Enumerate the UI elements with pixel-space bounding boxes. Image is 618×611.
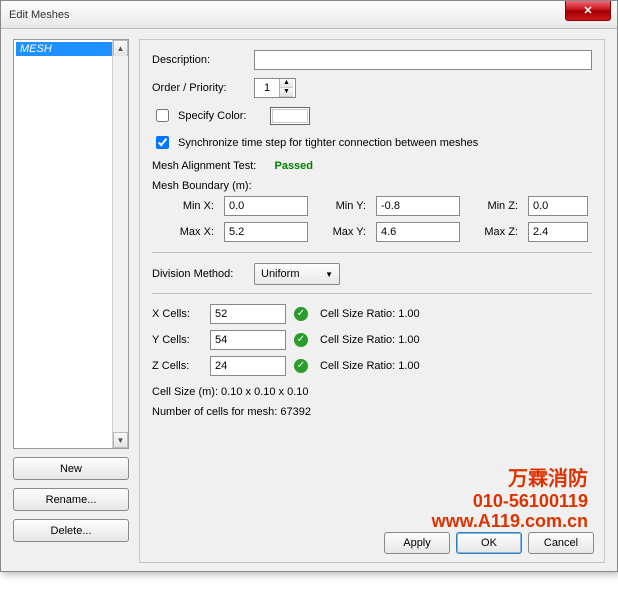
divider-2: [152, 293, 592, 294]
watermark-line2: 010-56100119: [432, 491, 588, 512]
ycells-label: Y Cells:: [152, 334, 202, 346]
ycells-input[interactable]: [210, 330, 286, 350]
boundary-grid: Min X: Min Y: Min Z: Max X: Max Y: Max Z…: [168, 196, 592, 242]
title-bar: Edit Meshes ✕: [1, 1, 617, 29]
maxz-input[interactable]: [528, 222, 588, 242]
new-button[interactable]: New: [13, 457, 129, 480]
close-icon: ✕: [583, 4, 592, 17]
specify-color-label: Specify Color:: [178, 110, 264, 122]
ycells-ratio: Cell Size Ratio: 1.00: [320, 334, 592, 346]
watermark-line3: www.A119.com.cn: [432, 511, 588, 532]
minz-label: Min Z:: [470, 200, 518, 212]
zcells-ratio: Cell Size Ratio: 1.00: [320, 360, 592, 372]
chevron-down-icon: ▼: [325, 270, 333, 279]
dialog-window: Edit Meshes ✕ MESH ▲ ▼ New Rename... Del…: [0, 0, 618, 572]
maxx-label: Max X:: [168, 226, 214, 238]
order-input[interactable]: [255, 80, 279, 96]
check-icon: ✓: [294, 333, 308, 347]
num-cells-text: Number of cells for mesh: 67392: [152, 406, 311, 418]
dialog-body: MESH ▲ ▼ New Rename... Delete... Descrip…: [1, 29, 617, 571]
sync-checkbox[interactable]: [156, 136, 169, 149]
close-button[interactable]: ✕: [565, 1, 611, 21]
specify-color-checkbox[interactable]: [156, 109, 169, 122]
description-label: Description:: [152, 54, 248, 66]
zcells-input[interactable]: [210, 356, 286, 376]
description-input[interactable]: [254, 50, 592, 70]
rename-button[interactable]: Rename...: [13, 488, 129, 511]
window-title: Edit Meshes: [9, 9, 70, 21]
divider: [152, 252, 592, 253]
check-icon: ✓: [294, 307, 308, 321]
maxx-input[interactable]: [224, 222, 308, 242]
minx-label: Min X:: [168, 200, 214, 212]
align-test-label: Mesh Alignment Test:: [152, 160, 256, 172]
minx-input[interactable]: [224, 196, 308, 216]
maxy-input[interactable]: [376, 222, 460, 242]
division-value: Uniform: [261, 268, 300, 280]
minz-input[interactable]: [528, 196, 588, 216]
sync-label: Synchronize time step for tighter connec…: [178, 137, 478, 149]
check-icon: ✓: [294, 359, 308, 373]
mesh-listbox[interactable]: MESH ▲ ▼: [13, 39, 129, 449]
spin-up-icon[interactable]: ▲: [280, 79, 293, 88]
maxz-label: Max Z:: [470, 226, 518, 238]
boundary-label: Mesh Boundary (m):: [152, 180, 252, 192]
align-test-result: Passed: [274, 160, 313, 172]
spin-down-icon[interactable]: ▼: [280, 88, 293, 97]
mesh-list-item[interactable]: MESH: [16, 42, 126, 56]
maxy-label: Max Y:: [318, 226, 366, 238]
order-label: Order / Priority:: [152, 82, 248, 94]
watermark: 万霖消防 010-56100119 www.A119.com.cn: [432, 468, 588, 532]
zcells-label: Z Cells:: [152, 360, 202, 372]
division-label: Division Method:: [152, 268, 248, 280]
miny-input[interactable]: [376, 196, 460, 216]
listbox-scrollbar[interactable]: ▲ ▼: [112, 40, 128, 448]
watermark-line1: 万霖消防: [432, 468, 588, 491]
cell-size-text: Cell Size (m): 0.10 x 0.10 x 0.10: [152, 386, 309, 398]
cells-grid: X Cells: ✓ Cell Size Ratio: 1.00 Y Cells…: [152, 304, 592, 376]
division-dropdown[interactable]: Uniform ▼: [254, 263, 340, 285]
ok-button[interactable]: OK: [456, 532, 522, 554]
properties-panel: Description: Order / Priority: ▲▼ Specif…: [139, 39, 605, 563]
xcells-input[interactable]: [210, 304, 286, 324]
dialog-footer: Apply OK Cancel: [384, 532, 594, 554]
xcells-label: X Cells:: [152, 308, 202, 320]
scroll-up-icon[interactable]: ▲: [113, 40, 128, 56]
apply-button[interactable]: Apply: [384, 532, 450, 554]
delete-button[interactable]: Delete...: [13, 519, 129, 542]
miny-label: Min Y:: [318, 200, 366, 212]
xcells-ratio: Cell Size Ratio: 1.00: [320, 308, 592, 320]
order-stepper[interactable]: ▲▼: [254, 78, 296, 98]
scroll-down-icon[interactable]: ▼: [113, 432, 128, 448]
left-column: MESH ▲ ▼ New Rename... Delete...: [13, 39, 129, 563]
color-swatch[interactable]: [270, 107, 310, 125]
cancel-button[interactable]: Cancel: [528, 532, 594, 554]
